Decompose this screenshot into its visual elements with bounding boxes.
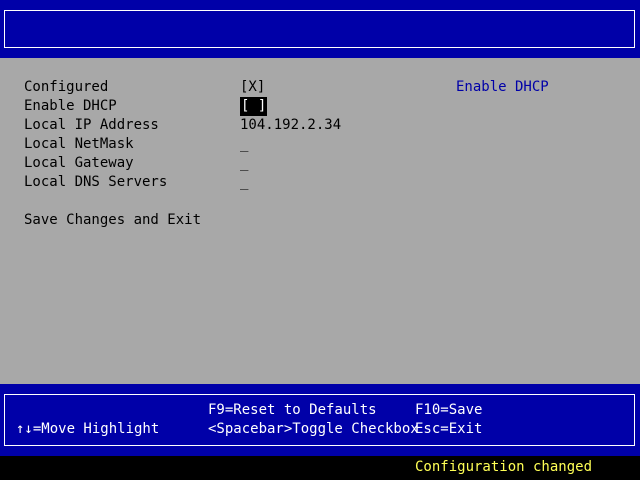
bios-screen: Configured [X] Enable DHCP [ ] Local IP …: [0, 0, 640, 480]
setting-label-local-ip[interactable]: Local IP Address: [24, 116, 159, 135]
setting-label-local-dns[interactable]: Local DNS Servers: [24, 173, 167, 192]
exit-key-hint: Esc=Exit: [415, 421, 483, 437]
title-frame: [4, 10, 635, 48]
local-netmask-field[interactable]: _: [240, 135, 248, 154]
status-message: Configuration changed: [415, 459, 593, 475]
move-highlight-key-hint: ↑↓=Move Highlight: [16, 421, 160, 437]
local-gateway-field[interactable]: _: [240, 154, 248, 173]
setting-label-local-gateway[interactable]: Local Gateway: [24, 154, 134, 173]
local-ip-field[interactable]: 104.192.2.34: [240, 116, 341, 135]
save-key-hint: F10=Save: [415, 402, 483, 418]
settings-panel: Configured [X] Enable DHCP [ ] Local IP …: [0, 58, 640, 384]
local-dns-field[interactable]: _: [240, 173, 248, 192]
save-changes-and-exit-item[interactable]: Save Changes and Exit: [24, 211, 201, 230]
enable-dhcp-checkbox[interactable]: [ ]: [240, 97, 268, 116]
title-bar: [0, 0, 640, 58]
setting-label-configured[interactable]: Configured: [24, 78, 108, 97]
configured-checkbox[interactable]: [X]: [240, 78, 265, 97]
setting-label-local-netmask[interactable]: Local NetMask: [24, 135, 134, 154]
setting-label-enable-dhcp[interactable]: Enable DHCP: [24, 97, 117, 116]
key-help-bar: F9=Reset to Defaults F10=Save ↑↓=Move Hi…: [0, 384, 640, 456]
help-text: Enable DHCP: [456, 79, 549, 95]
reset-defaults-key-hint: F9=Reset to Defaults: [208, 402, 377, 418]
toggle-checkbox-key-hint: <Spacebar>Toggle Checkbox: [208, 421, 419, 437]
